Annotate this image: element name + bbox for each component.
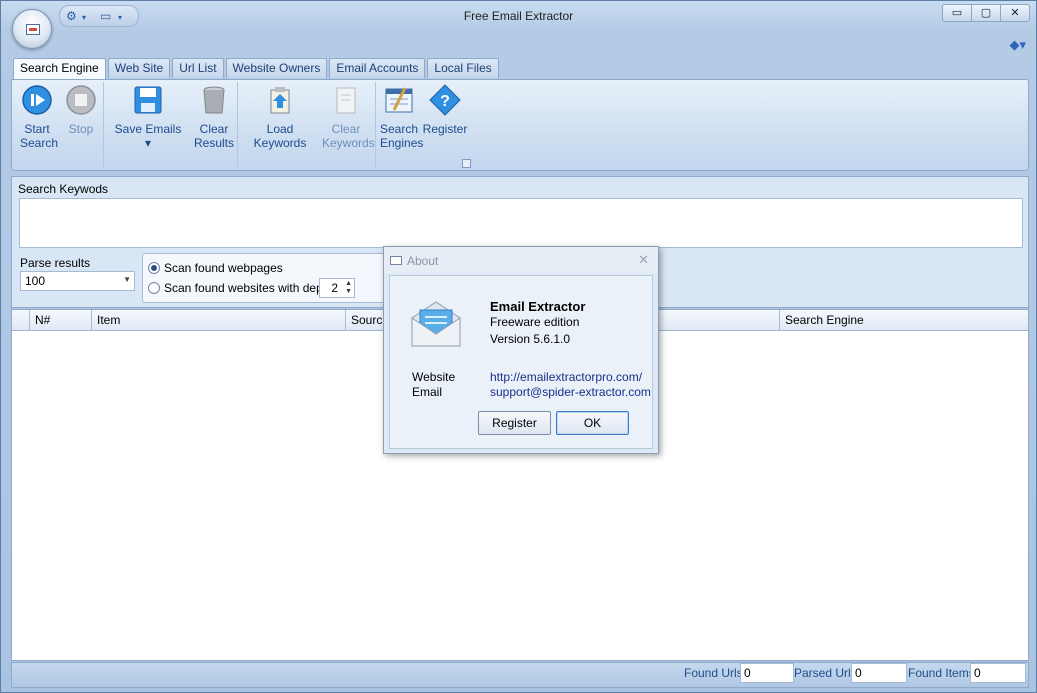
- stop-button[interactable]: Stop: [64, 84, 98, 136]
- window-title: Free Email Extractor: [463, 9, 574, 23]
- column-header-search-engine[interactable]: Search Engine: [780, 310, 1026, 331]
- about-edition: Freeware edition: [490, 315, 580, 329]
- depth-stepper[interactable]: 2 ▲ ▼: [319, 278, 355, 298]
- close-icon[interactable]: ✕: [638, 252, 649, 268]
- keywords-label: Search Keywods: [18, 182, 109, 196]
- found-urls-label: Found Urls: [684, 666, 743, 680]
- register-button[interactable]: Register: [478, 411, 551, 435]
- clear-results-button[interactable]: Clear Results: [194, 84, 234, 150]
- status-bar: Found Urls 0 Parsed Urls 0 Found Items 0: [11, 662, 1029, 688]
- tab-email-accounts[interactable]: Email Accounts: [329, 58, 426, 78]
- ribbon-panel: Start Search Stop Save Emails ▾ Clear Re…: [11, 79, 1029, 171]
- app-icon: [26, 24, 40, 35]
- scan-webpages-radio[interactable]: [148, 262, 160, 274]
- tab-search-engine[interactable]: Search Engine: [13, 58, 106, 79]
- email-envelope-icon: [408, 296, 464, 352]
- about-dialog-title: About: [407, 254, 439, 268]
- parsed-urls-label: Parsed Urls: [794, 666, 857, 680]
- title-bar: ⚙ ▾ ▭ ▾ Free Email Extractor ▭ ▢ ✕: [1, 1, 1036, 31]
- stepper-up-icon[interactable]: ▲: [345, 280, 352, 287]
- tab-url-list[interactable]: Url List: [172, 58, 224, 78]
- column-header-item[interactable]: Item: [92, 310, 346, 331]
- found-items-value: 0: [970, 663, 1026, 683]
- help-diamond-icon: ?: [429, 84, 461, 116]
- floppy-disk-icon: [132, 84, 164, 116]
- scan-websites-radio[interactable]: [148, 282, 160, 294]
- help-icon[interactable]: ◆▾: [1009, 37, 1026, 53]
- trash-can-icon: [198, 84, 230, 116]
- clipboard-load-icon: [264, 84, 296, 116]
- parsed-urls-value: 0: [851, 663, 907, 683]
- dialog-launcher-icon[interactable]: [462, 159, 471, 168]
- column-header-number[interactable]: N#: [30, 310, 92, 331]
- about-product-name: Email Extractor: [490, 299, 586, 314]
- stop-icon: [65, 84, 97, 116]
- maximize-button[interactable]: ▢: [971, 4, 1001, 22]
- about-dialog: About ✕ Email Extractor Freeware edition…: [383, 246, 659, 454]
- search-engines-button[interactable]: Search Engines: [380, 84, 423, 150]
- ok-button[interactable]: OK: [556, 411, 629, 435]
- edit-list-icon: [383, 84, 415, 116]
- found-items-label: Found Items: [908, 666, 975, 680]
- about-dialog-title-bar: About ✕: [384, 247, 658, 273]
- register-ribbon-button[interactable]: ? Register: [422, 84, 468, 136]
- svg-text:?: ?: [440, 93, 450, 110]
- tab-website-owners[interactable]: Website Owners: [225, 58, 328, 78]
- website-link[interactable]: http://emailextractorpro.com/: [490, 370, 642, 384]
- parse-results-select[interactable]: 100 ▼: [20, 271, 135, 291]
- chevron-down-icon[interactable]: ▼: [123, 275, 131, 284]
- save-emails-button[interactable]: Save Emails ▾: [112, 84, 184, 150]
- application-menu-button[interactable]: [12, 9, 52, 49]
- main-window: ⚙ ▾ ▭ ▾ Free Email Extractor ▭ ▢ ✕ ◆▾ Se…: [0, 0, 1037, 693]
- scan-websites-label[interactable]: Scan found websites with depth: [164, 281, 333, 295]
- minimize-button[interactable]: ▭: [942, 4, 972, 22]
- window-controls: ▭ ▢ ✕: [942, 4, 1030, 22]
- app-icon: [390, 256, 402, 265]
- load-keywords-button[interactable]: Load Keywords: [242, 84, 318, 150]
- stepper-down-icon[interactable]: ▼: [345, 288, 352, 295]
- found-urls-value: 0: [740, 663, 794, 683]
- keywords-textarea[interactable]: [19, 198, 1023, 248]
- clear-keywords-button[interactable]: Clear Keywords: [322, 84, 375, 150]
- start-search-button[interactable]: Start Search: [20, 84, 58, 150]
- parse-results-label: Parse results: [20, 256, 91, 270]
- tab-local-files[interactable]: Local Files: [427, 58, 499, 78]
- scan-options-group: Scan found webpages Scan found websites …: [142, 253, 387, 303]
- play-icon: [21, 84, 53, 116]
- close-button[interactable]: ✕: [1000, 4, 1030, 22]
- document-icon: [330, 84, 362, 116]
- email-label: Email: [412, 385, 443, 399]
- scan-webpages-label[interactable]: Scan found webpages: [164, 261, 283, 275]
- ribbon-tabs: Search Engine Web Site Url List Website …: [13, 58, 501, 79]
- website-label: Website: [412, 370, 456, 384]
- tab-web-site[interactable]: Web Site: [107, 58, 171, 78]
- email-link[interactable]: support@spider-extractor.com: [490, 385, 651, 399]
- about-version: Version 5.6.1.0: [490, 332, 571, 346]
- row-selector-header: [12, 310, 30, 331]
